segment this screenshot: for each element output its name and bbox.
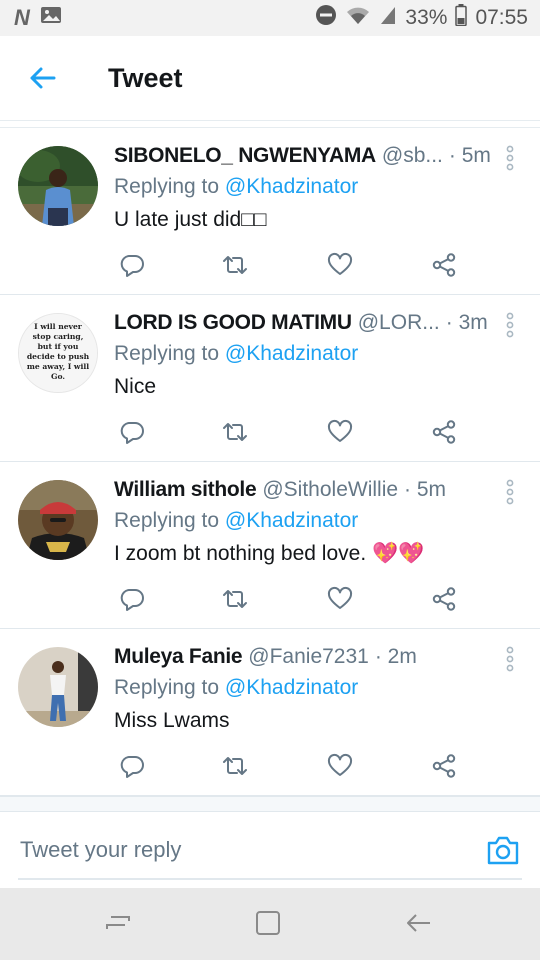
share-icon[interactable] [431, 753, 459, 781]
like-heart-icon[interactable] [327, 252, 355, 280]
tweet-text: U late just did□□ [114, 208, 267, 231]
wifi-icon [345, 4, 371, 32]
retweet-icon[interactable] [221, 252, 249, 280]
replying-to: Replying to @Khadzinator [114, 676, 358, 700]
replying-prefix: Replying to [114, 509, 220, 532]
tweet[interactable]: Muleya Fanie @Fanie7231 · 2m Replying to… [0, 629, 540, 796]
user-handle: @LOR... [357, 311, 440, 334]
share-icon[interactable] [431, 419, 459, 447]
reply-composer [0, 811, 540, 888]
mention-link[interactable]: @Khadzinator [225, 342, 358, 365]
replying-prefix: Replying to [114, 342, 220, 365]
timestamp: · 5m [448, 144, 491, 167]
retweet-icon[interactable] [221, 419, 249, 447]
do-not-disturb-icon [315, 4, 337, 32]
tweet-text: Miss Lwams [114, 709, 230, 732]
avatar[interactable] [18, 146, 98, 226]
svg-text:me away, I will: me away, I will [27, 362, 89, 371]
timestamp: · 3m [445, 311, 488, 334]
display-name[interactable]: William sithole [114, 478, 257, 502]
svg-text:stop caring,: stop caring, [33, 332, 84, 341]
camera-icon[interactable] [486, 834, 522, 868]
tweet-text: I zoom bt nothing bed love. 💖💖 [114, 542, 424, 566]
more-options-icon[interactable] [502, 144, 518, 172]
retweet-icon[interactable] [221, 753, 249, 781]
replying-to: Replying to @Khadzinator [114, 175, 358, 199]
divider [0, 121, 540, 128]
clock: 07:55 [475, 6, 528, 29]
tweet[interactable]: William sithole @SitholeWillie · 5m Repl… [0, 462, 540, 629]
status-bar: N 33% 07:55 [0, 0, 540, 36]
reply-icon[interactable] [119, 252, 147, 280]
gallery-icon [40, 5, 62, 31]
page-title: Tweet [108, 62, 183, 93]
avatar-quote-image: I will never stop caring, but if you dec… [19, 314, 97, 392]
home-icon[interactable] [253, 908, 287, 942]
display-name[interactable]: SIBONELO_ NGWENYAMA [114, 144, 376, 168]
tweet-text-body: I zoom bt nothing bed love. [114, 542, 372, 565]
svg-text:but if you: but if you [38, 342, 79, 351]
avatar[interactable]: I will never stop caring, but if you dec… [18, 313, 98, 393]
more-options-icon[interactable] [502, 478, 518, 506]
app-header: Tweet [0, 36, 540, 121]
more-options-icon[interactable] [502, 645, 518, 673]
recent-apps-icon[interactable] [103, 908, 137, 942]
replying-to: Replying to @Khadzinator [114, 509, 358, 533]
user-handle: @Fanie7231 [248, 645, 369, 668]
netflix-n-icon: N [14, 5, 30, 30]
tweet[interactable]: I will never stop caring, but if you dec… [0, 295, 540, 462]
timestamp: · 5m [404, 478, 447, 501]
more-options-icon[interactable] [502, 311, 518, 339]
mention-link[interactable]: @Khadzinator [225, 509, 358, 532]
reply-icon[interactable] [119, 753, 147, 781]
tweet-text: Nice [114, 375, 157, 398]
reply-icon[interactable] [119, 586, 147, 614]
sparkling-heart-emoji-icon: 💖💖 [372, 542, 425, 565]
share-icon[interactable] [431, 252, 459, 280]
reply-list: SIBONELO_ NGWENYAMA @sb... · 5m Replying… [0, 128, 540, 796]
user-handle: @SitholeWillie [262, 478, 399, 501]
reply-icon[interactable] [119, 419, 147, 447]
back-arrow-icon[interactable] [10, 46, 74, 110]
battery-percent: 33% [405, 6, 448, 29]
tweet-actions [114, 753, 474, 781]
like-heart-icon[interactable] [327, 586, 355, 614]
avatar[interactable] [18, 647, 98, 727]
reply-input[interactable] [18, 836, 452, 864]
display-name[interactable]: Muleya Fanie [114, 645, 243, 669]
svg-text:Go.: Go. [51, 372, 65, 381]
tweet[interactable]: SIBONELO_ NGWENYAMA @sb... · 5m Replying… [0, 128, 540, 295]
replying-to: Replying to @Khadzinator [114, 342, 358, 366]
user-handle: @sb... [381, 144, 443, 167]
timestamp: · 2m [374, 645, 417, 668]
tweet-actions [114, 419, 474, 447]
signal-icon [379, 5, 397, 31]
svg-text:I will never: I will never [34, 322, 83, 331]
retweet-icon[interactable] [221, 586, 249, 614]
mention-link[interactable]: @Khadzinator [225, 175, 358, 198]
mention-link[interactable]: @Khadzinator [225, 676, 358, 699]
avatar[interactable] [18, 480, 98, 560]
tweet-actions [114, 586, 474, 614]
input-underline [18, 878, 522, 880]
like-heart-icon[interactable] [327, 419, 355, 447]
back-icon[interactable] [403, 908, 437, 942]
replying-prefix: Replying to [114, 175, 220, 198]
replying-prefix: Replying to [114, 676, 220, 699]
display-name[interactable]: LORD IS GOOD MATIMU [114, 311, 352, 335]
svg-text:decide to push: decide to push [27, 352, 90, 361]
tweet-actions [114, 252, 474, 280]
system-nav-bar [0, 888, 540, 960]
like-heart-icon[interactable] [327, 753, 355, 781]
battery-icon [455, 4, 468, 32]
share-icon[interactable] [431, 586, 459, 614]
divider [0, 796, 540, 811]
